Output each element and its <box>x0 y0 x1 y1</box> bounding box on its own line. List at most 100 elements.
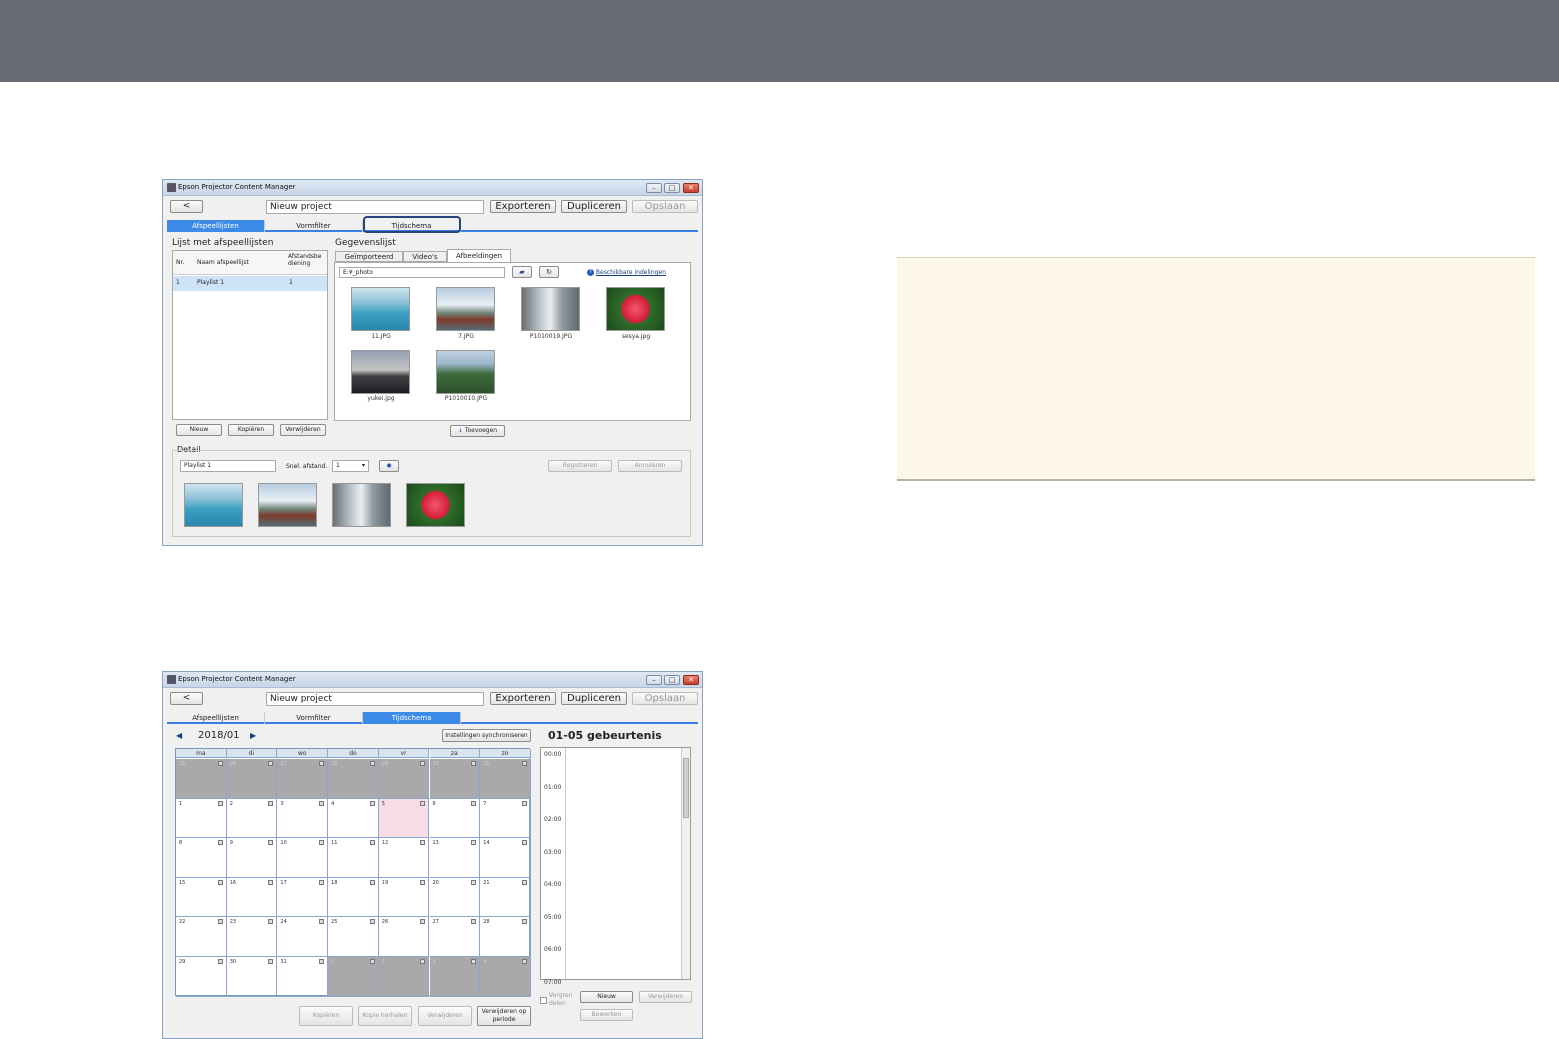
new-playlist-button[interactable]: Nieuw <box>176 424 222 436</box>
tab-shape-filter[interactable]: Vormfilter <box>265 220 363 232</box>
project-name-input[interactable]: Nieuw project <box>266 692 484 706</box>
delete-playlist-button[interactable]: Verwijderen <box>280 424 326 436</box>
image-thumbnail[interactable] <box>351 350 410 394</box>
calendar-day-cell[interactable]: 23 <box>226 917 278 957</box>
timeline-scrollbar[interactable] <box>681 748 690 979</box>
calendar-day-cell[interactable]: 6 <box>429 798 481 839</box>
new-event-button[interactable]: Nieuw <box>580 991 633 1003</box>
copy-repeat-button[interactable]: Kopie herhalen <box>358 1006 412 1026</box>
calendar-day-cell[interactable]: 29 <box>378 759 430 799</box>
calendar-day-cell[interactable]: 5 <box>378 798 430 839</box>
calendar-day-cell[interactable]: 19 <box>378 877 430 918</box>
calendar-day-cell[interactable]: 18 <box>328 877 379 918</box>
settings-gear-icon[interactable]: ✹ <box>379 460 399 472</box>
prev-month-icon[interactable]: ◀ <box>176 731 182 740</box>
close-button[interactable]: ✕ <box>683 675 699 685</box>
calendar-day-cell[interactable]: 27 <box>277 759 329 799</box>
calendar-day-cell[interactable]: 11 <box>328 838 379 878</box>
calendar-day-cell[interactable]: 24 <box>277 917 329 957</box>
calendar-day-cell[interactable]: 28 <box>328 759 379 799</box>
add-button[interactable]: ↓ Toevoegen <box>450 425 505 437</box>
calendar-day-cell[interactable]: 26 <box>378 917 430 957</box>
calendar-day-cell[interactable]: 12 <box>378 838 430 878</box>
delete-by-period-button[interactable]: Verwijderen op periode <box>477 1006 531 1026</box>
subtab-videos[interactable]: Video's <box>403 251 447 262</box>
remote-select[interactable]: 1 ▾ <box>332 460 369 472</box>
calendar-day-cell[interactable]: 2 <box>226 798 278 839</box>
calendar-day-cell[interactable]: 17 <box>277 877 329 918</box>
save-button[interactable]: Opslaan <box>632 200 698 213</box>
playlist-item-thumbnail[interactable] <box>184 483 243 527</box>
calendar-day-cell[interactable]: 25 <box>328 917 379 957</box>
calendar-day-cell[interactable]: 21 <box>480 877 531 918</box>
register-button[interactable]: Registreren <box>548 460 612 472</box>
image-thumbnail[interactable] <box>436 350 495 394</box>
available-formats-link[interactable]: ? Beschikbare indelingen <box>587 269 666 276</box>
save-button[interactable]: Opslaan <box>632 692 698 705</box>
calendar-day-cell[interactable]: 22 <box>176 917 227 957</box>
next-month-icon[interactable]: ▶ <box>250 731 256 740</box>
table-row[interactable]: 1 Playlist 1 1 <box>173 276 327 291</box>
scrollbar-thumb[interactable] <box>683 758 689 818</box>
calendar-day-cell[interactable]: 20 <box>429 877 481 918</box>
calendar-day-cell[interactable]: 26 <box>226 759 278 799</box>
calendar-day-cell[interactable]: 9 <box>226 838 278 878</box>
calendar-day-cell[interactable]: 29 <box>176 957 227 997</box>
folder-path-field[interactable]: E:¥_photo <box>339 267 505 278</box>
export-button[interactable]: Exporteren <box>490 200 556 213</box>
refresh-icon[interactable]: ↻ <box>539 266 559 278</box>
image-thumbnail[interactable] <box>521 287 580 331</box>
calendar-day-cell[interactable]: 31 <box>277 957 329 997</box>
calendar-day-cell[interactable]: 4 <box>328 798 379 839</box>
tab-schedule[interactable]: Tijdschema <box>363 712 461 724</box>
duplicate-button[interactable]: Dupliceren <box>561 692 627 705</box>
image-thumbnail[interactable] <box>606 287 665 331</box>
delete-event-button[interactable]: Verwijderen <box>639 991 692 1003</box>
duplicate-button[interactable]: Dupliceren <box>561 200 627 213</box>
subtab-images[interactable]: Afbeeldingen <box>447 249 511 263</box>
playlist-item-thumbnail[interactable] <box>406 483 465 527</box>
calendar-day-cell[interactable]: 3 <box>429 957 481 997</box>
calendar-day-cell[interactable]: 7 <box>480 798 531 839</box>
back-button[interactable]: < <box>170 692 203 705</box>
delete-button[interactable]: Verwijderen <box>418 1006 472 1026</box>
project-name-input[interactable]: Nieuw project <box>266 200 484 214</box>
minimize-button[interactable]: – <box>646 675 662 685</box>
calendar-day-cell[interactable]: 14 <box>480 838 531 878</box>
export-button[interactable]: Exporteren <box>490 692 556 705</box>
maximize-button[interactable]: □ <box>664 183 680 193</box>
calendar-day-cell[interactable]: 10 <box>277 838 329 878</box>
maximize-button[interactable]: □ <box>664 675 680 685</box>
calendar-day-cell[interactable]: 8 <box>176 838 227 878</box>
minimize-button[interactable]: – <box>646 183 662 193</box>
calendar-day-cell[interactable]: 28 <box>480 917 531 957</box>
calendar-day-cell[interactable]: 30 <box>226 957 278 997</box>
close-button[interactable]: ✕ <box>683 183 699 193</box>
playlist-name-input[interactable]: Playlist 1 <box>180 460 276 472</box>
calendar-day-cell[interactable]: 4 <box>480 957 531 997</box>
calendar-day-cell[interactable]: 27 <box>429 917 481 957</box>
playlist-item-thumbnail[interactable] <box>258 483 317 527</box>
copy-playlist-button[interactable]: Kopiëren <box>228 424 274 436</box>
lock-checkbox[interactable] <box>540 997 547 1004</box>
folder-open-icon[interactable]: ▰ <box>512 266 532 278</box>
calendar-day-cell[interactable]: 13 <box>429 838 481 878</box>
tab-playlists[interactable]: Afspeellijsten <box>167 712 265 724</box>
calendar-day-cell[interactable]: 25 <box>176 759 227 799</box>
calendar-day-cell[interactable]: 31 <box>480 759 531 799</box>
calendar-day-cell[interactable]: 2 <box>378 957 430 997</box>
cancel-button[interactable]: Annuleren <box>618 460 682 472</box>
tab-playlists[interactable]: Afspeellijsten <box>167 220 265 232</box>
tab-shape-filter[interactable]: Vormfilter <box>265 712 363 724</box>
playlist-item-thumbnail[interactable] <box>332 483 391 527</box>
calendar-day-cell[interactable]: 15 <box>176 877 227 918</box>
sync-settings-button[interactable]: Instellingen synchroniseren <box>442 729 531 742</box>
subtab-imported[interactable]: Geïmporteerd <box>335 251 403 262</box>
image-thumbnail[interactable] <box>351 287 410 331</box>
edit-event-button[interactable]: Bewerken <box>580 1009 633 1021</box>
calendar-day-cell[interactable]: 30 <box>429 759 481 799</box>
calendar-day-cell[interactable]: 1 <box>176 798 227 839</box>
calendar-day-cell[interactable]: 3 <box>277 798 329 839</box>
calendar-day-cell[interactable]: 1 <box>328 957 379 997</box>
copy-button[interactable]: Kopiëren <box>299 1006 353 1026</box>
